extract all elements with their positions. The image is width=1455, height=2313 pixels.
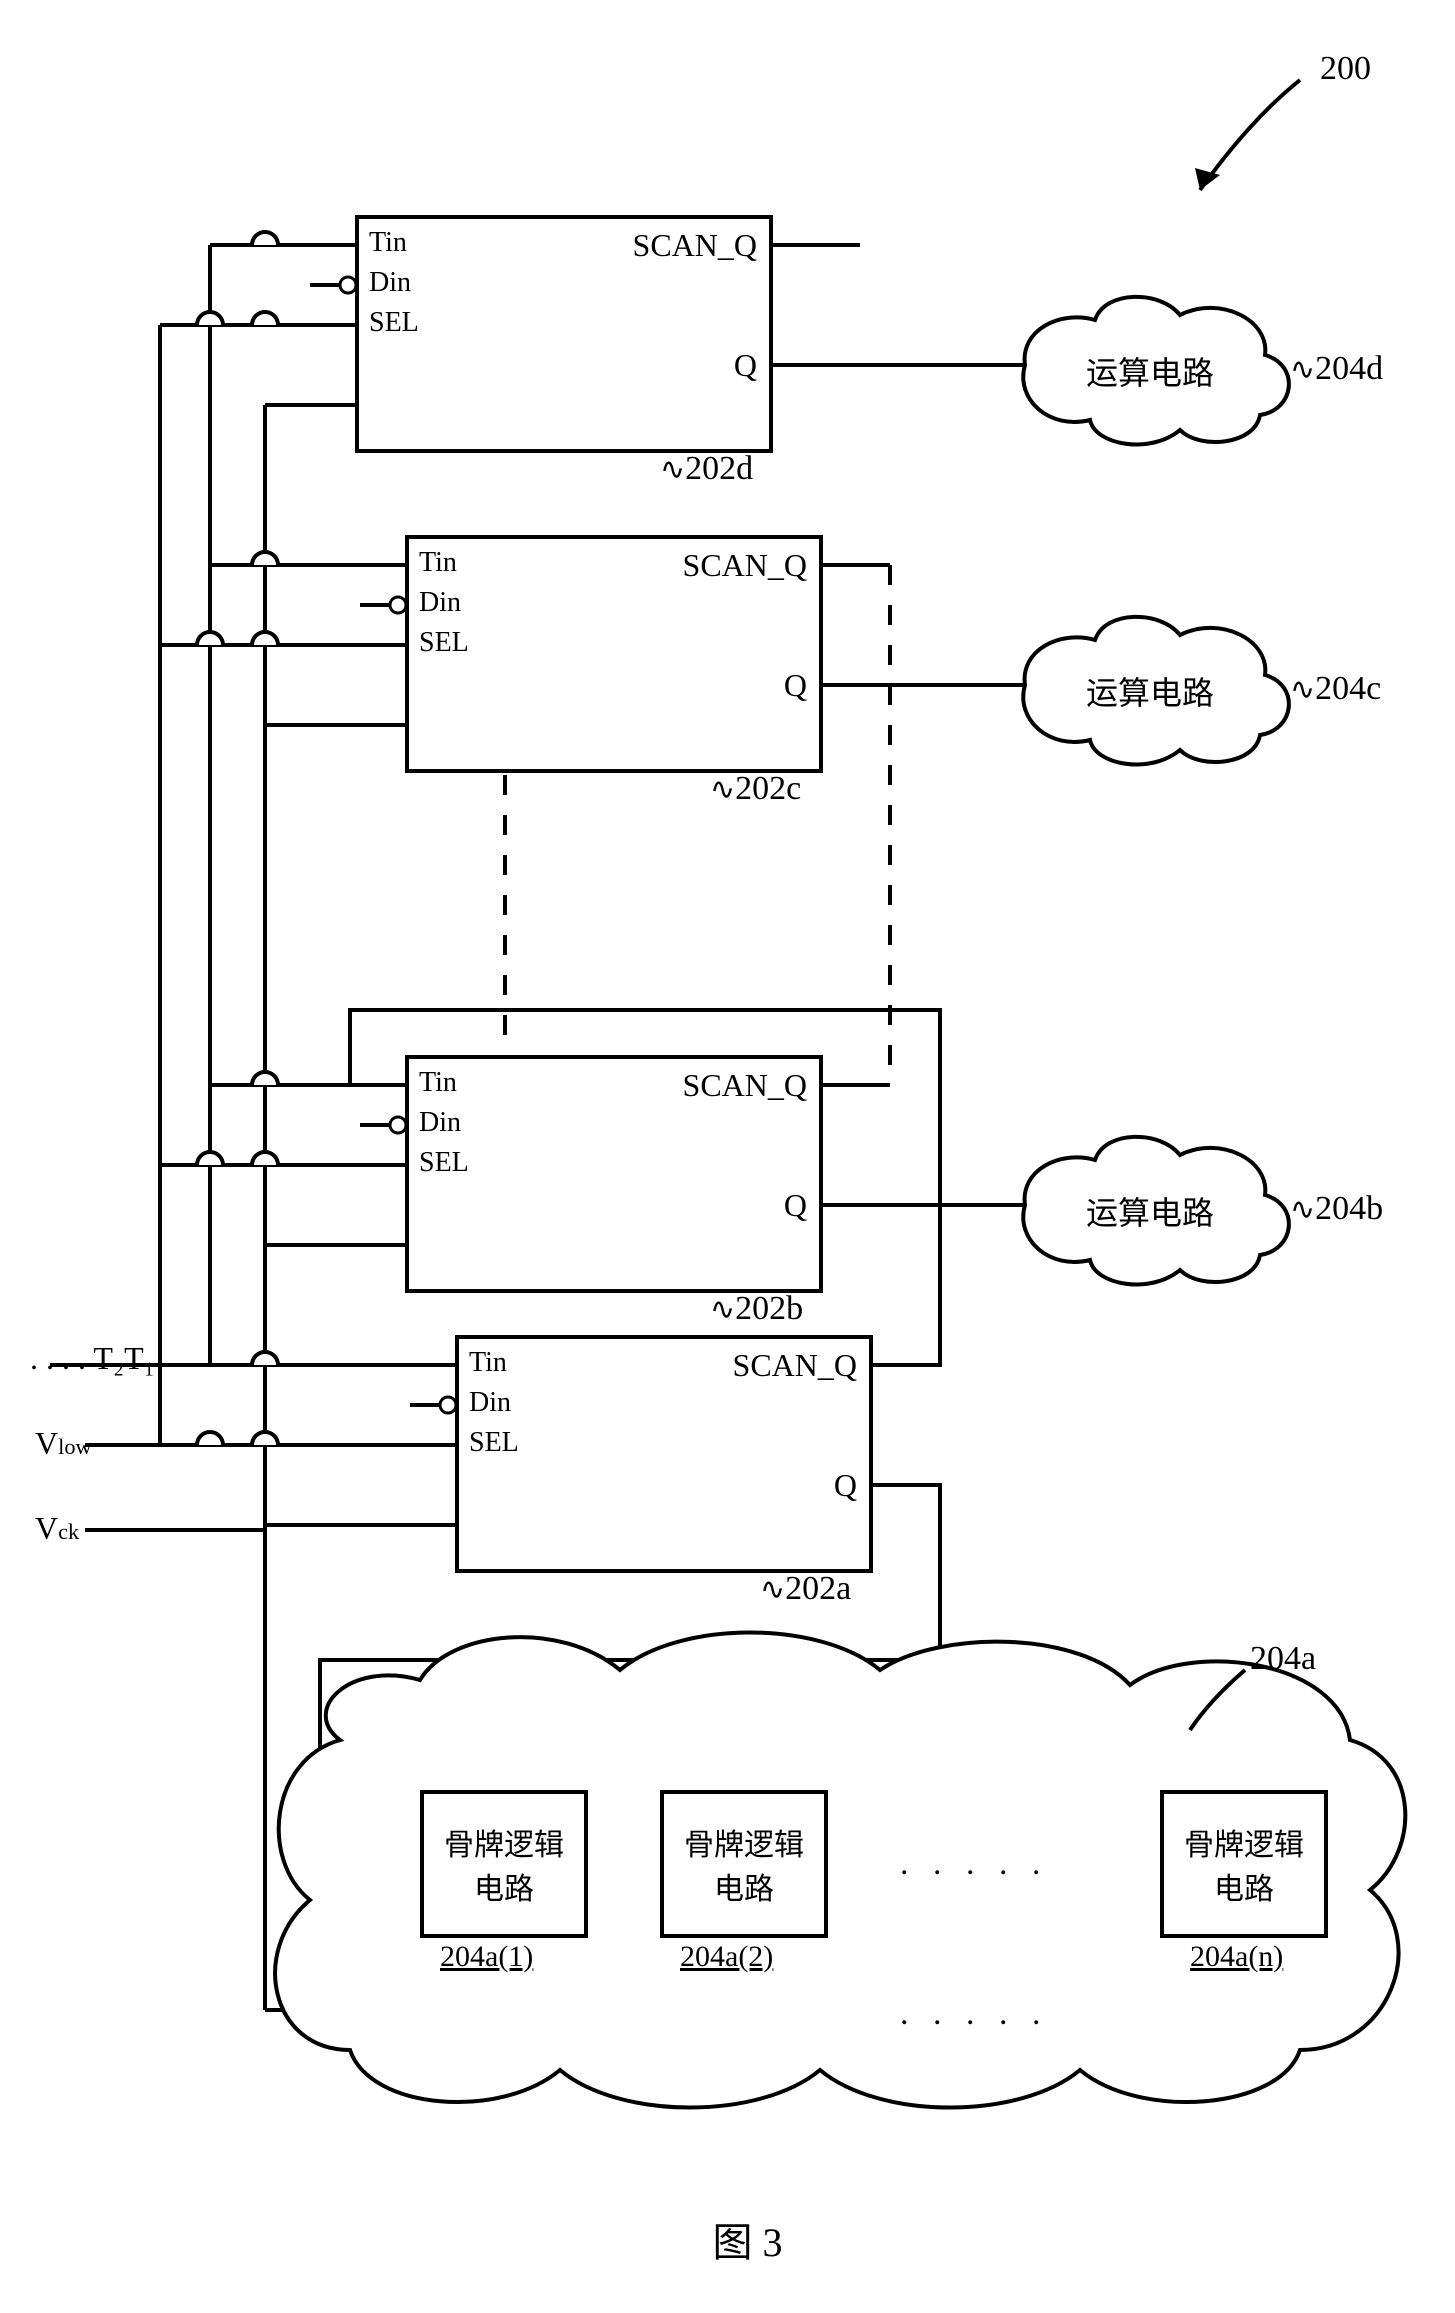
- input-vlow: Vlow: [35, 1425, 92, 1462]
- domino-block-2: 骨牌逻辑 电路: [660, 1790, 828, 1938]
- domino-label-line1: 骨牌逻辑: [1164, 1820, 1324, 1864]
- domino-label-line2: 电路: [424, 1864, 584, 1908]
- domino-ref-1: 204a(1): [440, 1940, 533, 1974]
- domino-ref-2: 204a(2): [680, 1940, 773, 1974]
- domino-label-line2: 电路: [1164, 1864, 1324, 1908]
- domino-block-1: 骨牌逻辑 电路: [420, 1790, 588, 1938]
- domino-label-line2: 电路: [664, 1864, 824, 1908]
- ellipsis-dots: . . . . .: [900, 1845, 1049, 1883]
- figure-label: 图 3: [20, 2210, 1455, 2268]
- domino-label-line1: 骨牌逻辑: [424, 1820, 584, 1864]
- domino-label-line1: 骨牌逻辑: [664, 1820, 824, 1864]
- ellipsis-dots-2: . . . . .: [900, 1995, 1049, 2033]
- domino-block-n: 骨牌逻辑 电路: [1160, 1790, 1328, 1938]
- domino-ref-n: 204a(n): [1190, 1940, 1283, 1974]
- input-vck: Vck: [35, 1510, 79, 1547]
- input-t-signals: . . . . T₂T₁: [30, 1340, 155, 1377]
- circuit-diagram: 200 Tin Din SEL SCAN_Q Q ∿202d Tin Din S…: [20, 20, 1455, 2293]
